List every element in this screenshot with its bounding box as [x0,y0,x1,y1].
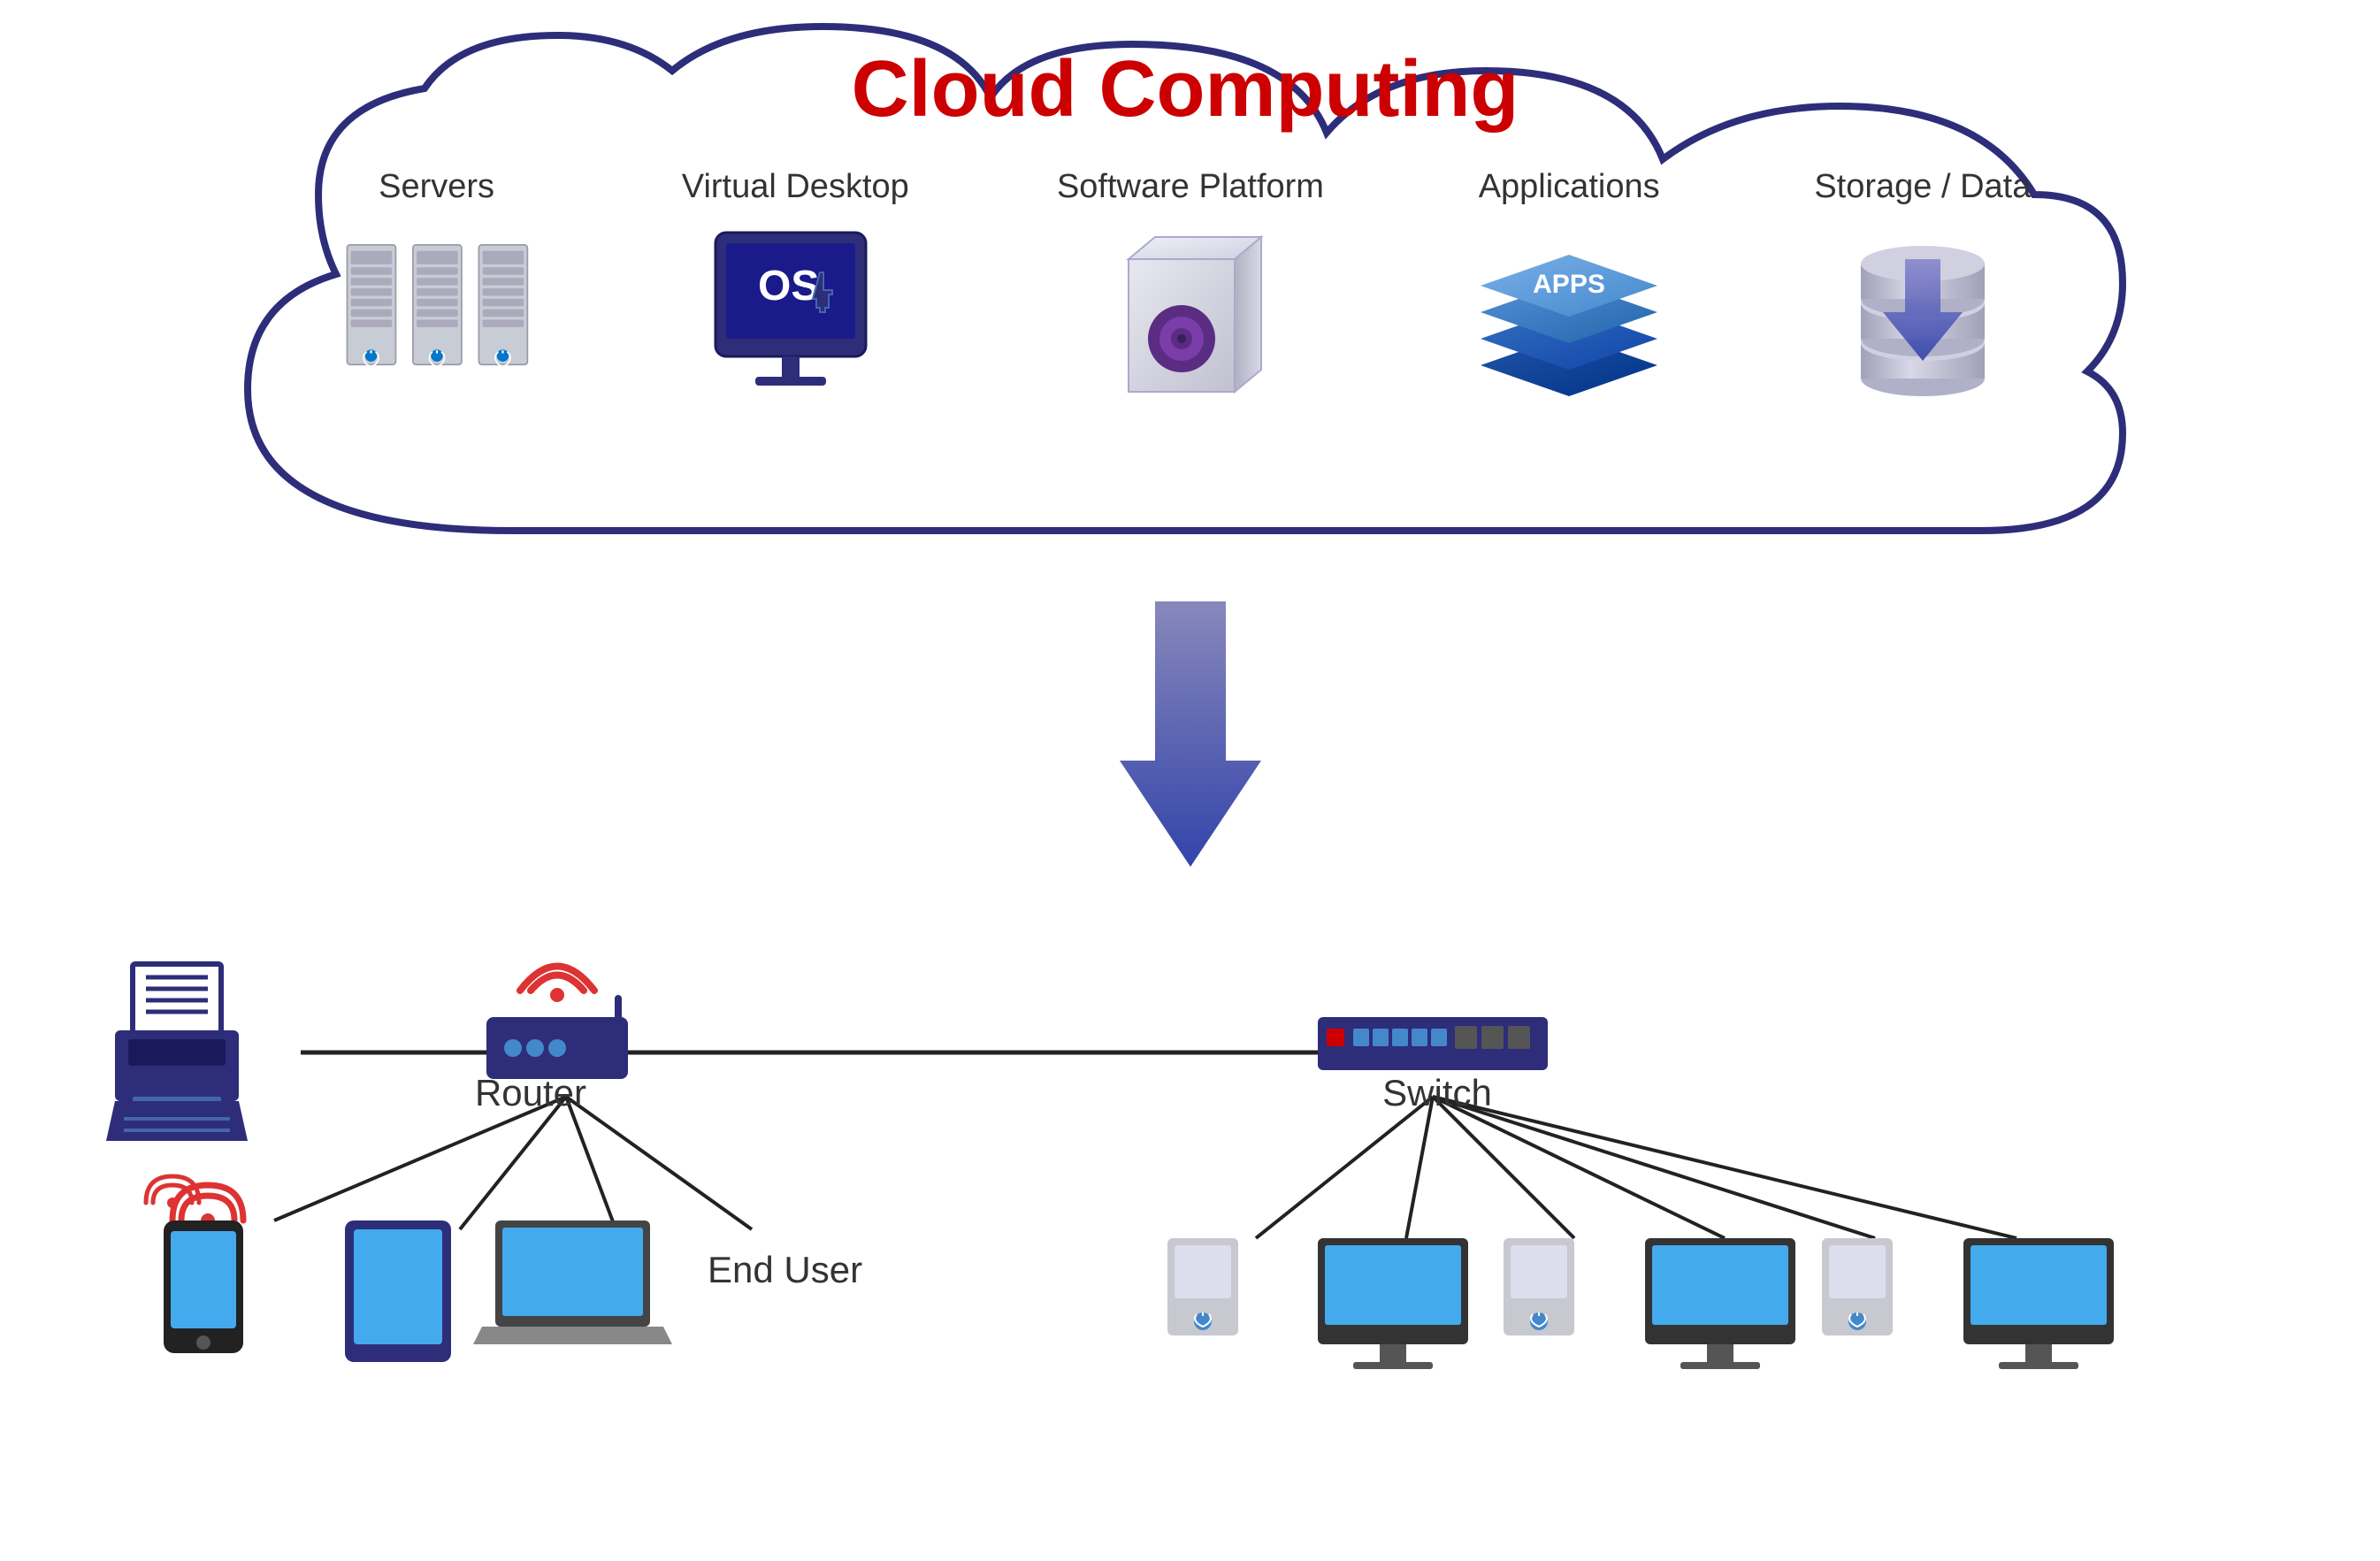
svg-text:APPS: APPS [1533,270,1605,299]
cloud-items-row: Servers [159,168,2211,401]
servers-icon [340,224,534,401]
cloud-item-storage: Storage / Data [1814,168,2031,401]
software-platform-label: Software Platform [1057,168,1324,206]
storage-icon [1825,224,2020,401]
cloud-item-applications: Applications [1472,168,1666,401]
network-svg: End User Router [0,849,2380,1539]
cloud-container: Cloud Computing Servers [159,18,2211,619]
switch-label: Switch [1382,1072,1492,1113]
software-platform-icon [1093,224,1288,401]
storage-label: Storage / Data [1814,168,2031,206]
cloud-title: Cloud Computing [852,44,1519,135]
applications-label: Applications [1479,168,1660,206]
svg-text:OS: OS [758,263,819,310]
router-label: Router [475,1072,586,1113]
virtual-desktop-label: Virtual Desktop [682,168,909,206]
cloud-item-servers: Servers [340,168,534,401]
cloud-item-software-platform: Software Platform [1057,168,1324,401]
applications-icon: APPS [1472,224,1666,401]
cloud-arrow [1102,601,1279,871]
end-user-label: End User [708,1249,862,1290]
cloud-item-virtual-desktop: Virtual Desktop OS [682,168,909,401]
servers-label: Servers [379,168,494,206]
virtual-desktop-icon: OS [698,224,892,401]
bottom-network: End User Router [0,849,2380,1557]
